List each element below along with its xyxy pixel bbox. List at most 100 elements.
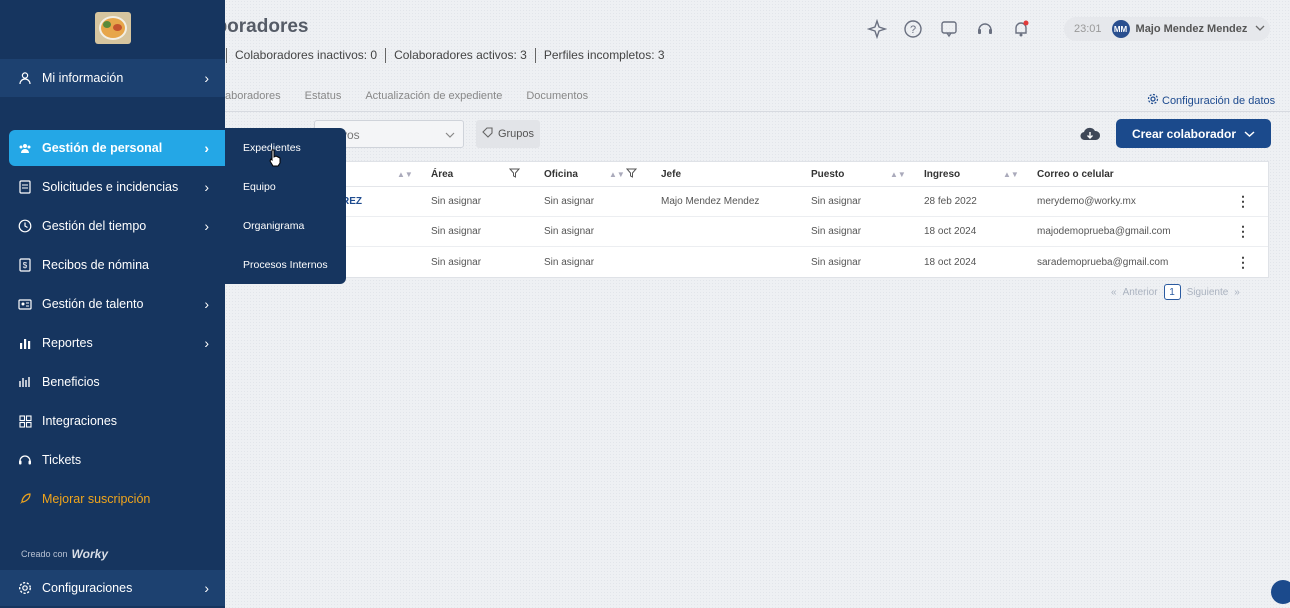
cell-correo: merydemo@worky.mx	[1037, 196, 1136, 207]
cell-oficina: Sin asignar	[544, 256, 595, 268]
user-menu[interactable]: 23:01 MM Majo Mendez Mendez	[1064, 17, 1270, 41]
chevron-right-icon: ›	[204, 179, 209, 195]
config-data-link[interactable]: Configuración de datos	[1147, 93, 1275, 108]
cell-jefe: Majo Mendez Mendez	[661, 196, 760, 207]
pagination-next[interactable]: Siguiente	[1187, 287, 1229, 298]
header-puesto[interactable]: Puesto	[811, 169, 844, 180]
submenu-gestion-personal: Expedientes Equipo Organigrama Procesos …	[225, 128, 346, 284]
sort-icon[interactable]: ▲▼	[397, 170, 413, 179]
create-collaborator-label: Crear colaborador	[1131, 126, 1237, 141]
chevron-down-icon	[445, 128, 455, 142]
tab-documentos[interactable]: Documentos	[526, 90, 588, 102]
sort-icon[interactable]: ▲▼	[890, 170, 906, 179]
hand-cursor-icon	[268, 149, 282, 172]
support-chat-button[interactable]	[1271, 580, 1290, 604]
avatar: MM	[1111, 20, 1130, 38]
more-options-icon[interactable]: ⋮	[1236, 193, 1250, 210]
cell-area: Sin asignar	[431, 226, 482, 237]
double-chevron-left-icon[interactable]: «	[1111, 287, 1117, 298]
sidebar-item-gestion-personal[interactable]: Gestión de personal ›	[9, 130, 225, 166]
header-jefe[interactable]: Jefe	[661, 169, 681, 180]
cell-correo: majodemoprueba@gmail.com	[1037, 226, 1171, 237]
header-ingreso[interactable]: Ingreso	[924, 169, 960, 180]
header-correo[interactable]: Correo o celular	[1037, 169, 1114, 180]
sidebar-item-tickets[interactable]: Tickets	[0, 442, 225, 478]
sort-icon[interactable]: ▲▼	[609, 170, 625, 179]
chart-icon	[17, 336, 33, 350]
sidebar-item-label: Recibos de nómina	[42, 258, 150, 272]
sidebar: Mi información › Gestión de personal › S…	[0, 0, 225, 608]
submenu-item-organigrama[interactable]: Organigrama	[243, 220, 304, 232]
stat-inactive: Colaboradores inactivos: 0	[226, 48, 385, 63]
sidebar-item-label: Configuraciones	[42, 581, 133, 595]
submenu-item-procesos-internos[interactable]: Procesos Internos	[243, 259, 328, 271]
chat-icon[interactable]	[938, 18, 960, 40]
svg-text:$: $	[23, 261, 28, 270]
pagination-prev[interactable]: Anterior	[1123, 287, 1158, 298]
tab-divider	[225, 111, 1290, 112]
collaborators-table: ▲▼ Área Oficina ▲▼ Jefe Puesto ▲▼ Ingres…	[225, 161, 1269, 278]
sidebar-item-label: Gestión de talento	[42, 297, 144, 311]
filter-icon[interactable]	[625, 168, 638, 181]
sidebar-item-label: Reportes	[42, 336, 93, 350]
user-name: Majo Mendez Mendez	[1135, 23, 1248, 35]
table-row[interactable]: REZ Sin asignar Sin asignar Majo Mendez …	[226, 187, 1268, 217]
tab-bar: aboradores Estatus Actualización de expe…	[225, 90, 612, 102]
sidebar-item-mejorar-suscripcion[interactable]: Mejorar suscripción	[0, 481, 225, 517]
document-icon	[17, 180, 33, 194]
sidebar-item-label: Mejorar suscripción	[42, 492, 151, 506]
top-icons: ?	[866, 18, 1032, 40]
filter-icon[interactable]	[508, 168, 521, 181]
submenu-item-equipo[interactable]: Equipo	[243, 181, 276, 193]
tab-colaboradores[interactable]: aboradores	[225, 90, 281, 102]
tag-icon	[482, 127, 493, 141]
cell-ingreso: 18 oct 2024	[924, 226, 977, 237]
cell-puesto: Sin asignar	[811, 256, 862, 268]
table-row[interactable]: Sin asignar Sin asignar Sin asignar 18 o…	[226, 247, 1268, 277]
cell-puesto: Sin asignar	[811, 226, 862, 237]
table-row[interactable]: Sin asignar Sin asignar Sin asignar 18 o…	[226, 217, 1268, 247]
more-options-icon[interactable]: ⋮	[1236, 223, 1250, 240]
cell-area: Sin asignar	[431, 256, 482, 268]
tab-actualizacion[interactable]: Actualización de expediente	[365, 90, 502, 102]
config-data-label: Configuración de datos	[1162, 94, 1276, 107]
sidebar-item-recibos[interactable]: $ Recibos de nómina	[0, 247, 225, 283]
sidebar-item-beneficios[interactable]: Beneficios	[0, 364, 225, 400]
people-icon	[17, 142, 33, 154]
header-oficina[interactable]: Oficina	[544, 169, 578, 180]
cloud-download-icon[interactable]	[1079, 124, 1101, 144]
stat-incomplete: Perfiles incompletos: 3	[534, 48, 673, 63]
cell-ingreso: 18 oct 2024	[924, 256, 977, 268]
header-area[interactable]: Área	[431, 169, 453, 180]
clock-icon	[17, 219, 33, 233]
bell-icon[interactable]	[1010, 18, 1032, 40]
pagination-page[interactable]: 1	[1163, 284, 1181, 300]
sidebar-item-configuraciones[interactable]: Configuraciones ›	[0, 570, 225, 606]
sidebar-item-solicitudes[interactable]: Solicitudes e incidencias ›	[0, 169, 225, 205]
create-collaborator-button[interactable]: Crear colaborador	[1116, 119, 1271, 148]
sidebar-item-label: Solicitudes e incidencias	[42, 180, 179, 194]
support-icon[interactable]	[974, 18, 996, 40]
cell-area: Sin asignar	[431, 196, 482, 207]
user-icon	[17, 71, 33, 85]
more-options-icon[interactable]: ⋮	[1236, 254, 1250, 271]
sidebar-item-reportes[interactable]: Reportes ›	[0, 325, 225, 361]
double-chevron-right-icon[interactable]: »	[1234, 287, 1240, 298]
help-icon[interactable]: ?	[902, 18, 924, 40]
company-logo	[95, 12, 131, 44]
sidebar-item-mi-informacion[interactable]: Mi información ›	[0, 59, 225, 97]
sidebar-item-label: Gestión de personal	[42, 141, 163, 155]
talent-icon	[17, 297, 33, 311]
sidebar-item-gestion-talento[interactable]: Gestión de talento ›	[0, 286, 225, 322]
sparkle-icon[interactable]	[866, 18, 888, 40]
sort-icon[interactable]: ▲▼	[1003, 170, 1019, 179]
created-with: Creado con Worky	[21, 547, 108, 561]
groups-button[interactable]: Grupos	[476, 120, 540, 148]
rocket-icon	[17, 492, 33, 506]
worky-logo: Worky	[71, 547, 108, 561]
sidebar-item-integraciones[interactable]: Integraciones	[0, 403, 225, 439]
chevron-down-icon	[1255, 23, 1265, 35]
sidebar-item-label: Integraciones	[42, 414, 118, 428]
sidebar-item-gestion-tiempo[interactable]: Gestión del tiempo ›	[0, 208, 225, 244]
tab-estatus[interactable]: Estatus	[305, 90, 342, 102]
